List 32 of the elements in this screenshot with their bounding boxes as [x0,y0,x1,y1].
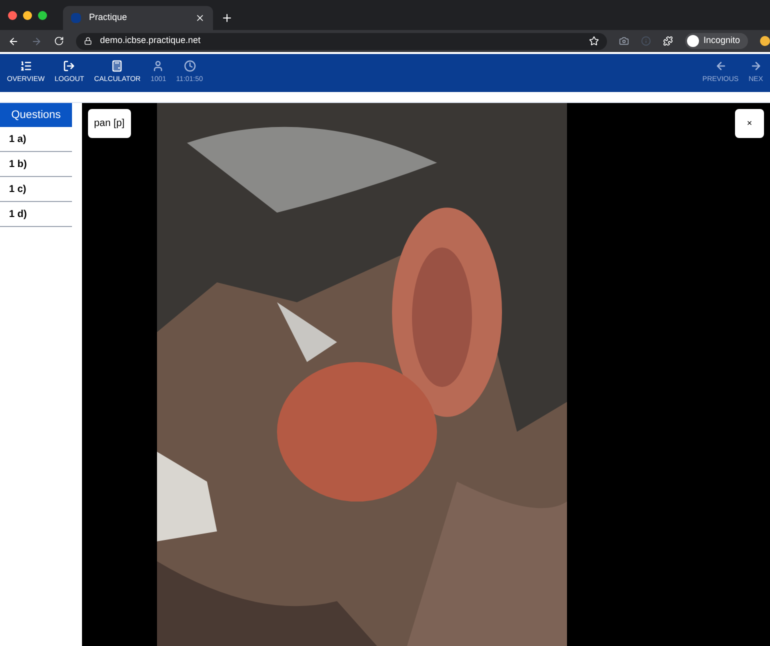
forward-icon[interactable] [31,36,42,46]
question-item[interactable]: 1 c) [0,177,72,202]
question-item[interactable]: 1 a) [0,127,72,152]
extensions-icon[interactable] [663,36,674,46]
favicon-icon [71,13,81,23]
previous-icon [714,60,726,72]
browser-tab[interactable]: Practique [63,6,213,30]
logout-icon [63,60,76,72]
close-window-icon[interactable] [8,10,17,20]
close-button[interactable]: × [735,109,764,138]
minimize-window-icon[interactable] [23,10,32,20]
question-item[interactable]: 1 d) [0,202,72,227]
lock-icon [84,37,92,45]
camera-icon[interactable] [619,36,630,46]
profile-button[interactable]: Incognito [685,33,748,49]
question-item[interactable]: 1 b) [0,152,72,177]
close-icon[interactable] [195,13,205,23]
clock-icon [184,60,196,72]
list-icon [20,60,32,72]
avatar-icon [687,35,700,47]
reload-icon[interactable] [54,36,64,46]
questions-header: Questions [0,103,72,127]
new-tab-icon[interactable] [221,12,233,24]
next-icon [750,60,762,72]
back-icon[interactable] [8,36,19,46]
address-bar[interactable]: demo.icbse.practique.net [76,32,608,50]
tab-title: Practique [89,11,128,24]
bookmark-star-icon[interactable] [589,36,600,46]
calculator-icon [111,60,124,72]
maximize-window-icon[interactable] [38,10,47,20]
user-icon [152,60,164,72]
pan-mode-button[interactable]: pan [p] [88,109,131,138]
